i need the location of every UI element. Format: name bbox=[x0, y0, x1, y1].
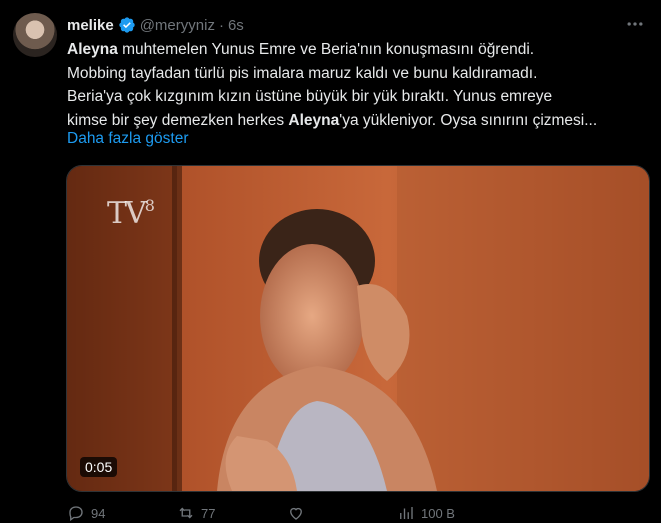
reply-icon bbox=[69, 506, 83, 522]
author-handle[interactable]: @meryyniz bbox=[140, 17, 215, 34]
video-duration: 0:05 bbox=[80, 457, 118, 477]
like-button[interactable] bbox=[287, 503, 397, 523]
channel-logo-main: TV bbox=[107, 196, 147, 231]
text-part-3: 'ya yükleniyor. Oysa sınırını çizmesi... bbox=[339, 111, 598, 129]
views-icon bbox=[400, 507, 413, 519]
author-avatar[interactable] bbox=[13, 13, 57, 57]
channel-logo: TV8 bbox=[107, 196, 155, 231]
retweet-count: 77 bbox=[201, 505, 216, 521]
views-count: 100 B bbox=[421, 505, 455, 521]
tweet-header: melike @meryyniz · 6s bbox=[67, 14, 641, 36]
video-player[interactable]: TV8 0:05 bbox=[66, 165, 650, 492]
author-name[interactable]: melike bbox=[67, 17, 114, 34]
verified-badge-icon bbox=[118, 16, 136, 34]
text-part-0: Aleyna bbox=[67, 41, 118, 58]
header-separator: · bbox=[218, 16, 224, 34]
tweet-time[interactable]: 6s bbox=[228, 17, 244, 34]
channel-logo-number: 8 bbox=[144, 196, 155, 215]
tweet-text: Aleyna muhtemelen Yunus Emre ve Beria'nı… bbox=[67, 38, 652, 132]
retweet-icon bbox=[179, 507, 193, 519]
text-part-2: Aleyna bbox=[288, 111, 340, 129]
retweet-button[interactable]: 77 bbox=[177, 503, 287, 523]
like-icon bbox=[290, 507, 302, 520]
tweet-actions: 94 77 100 B bbox=[67, 503, 647, 523]
show-more-link[interactable]: Daha fazla göster bbox=[67, 130, 189, 148]
reply-button[interactable]: 94 bbox=[67, 503, 177, 523]
more-options-icon[interactable] bbox=[623, 12, 647, 36]
views-button[interactable]: 100 B bbox=[397, 503, 507, 523]
reply-count: 94 bbox=[91, 505, 106, 521]
